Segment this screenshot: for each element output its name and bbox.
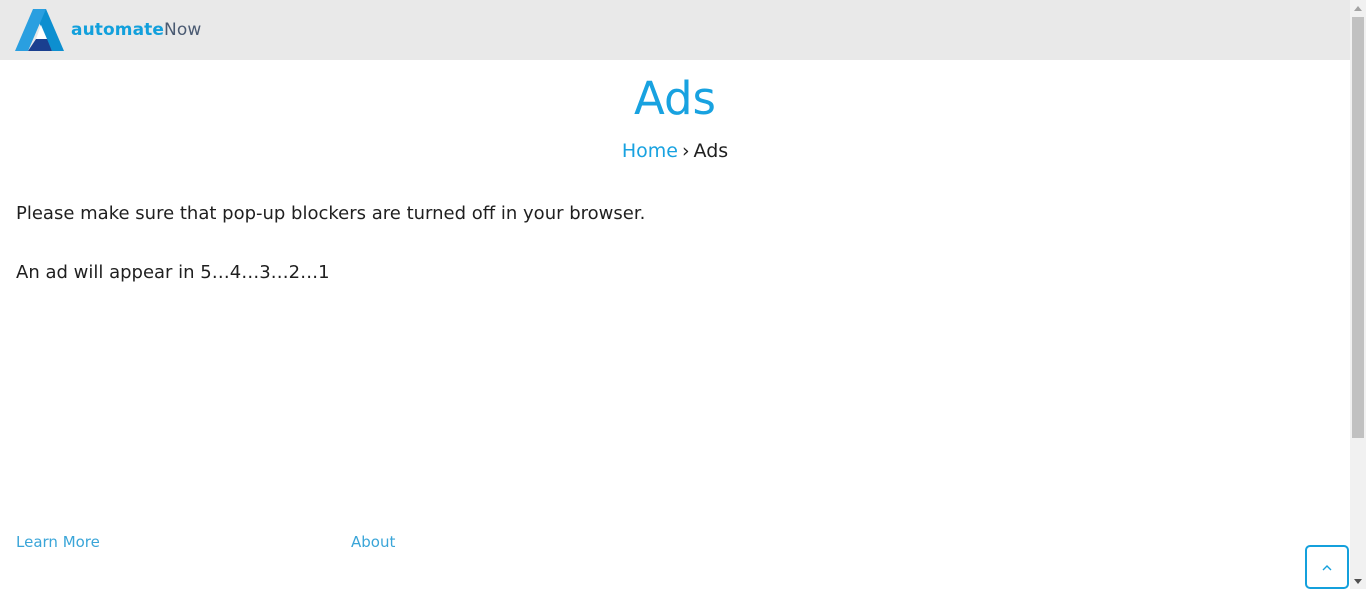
vertical-scrollbar[interactable] <box>1350 0 1366 589</box>
brand-name-bold: automate <box>71 19 165 40</box>
ad-countdown-text: An ad will appear in 5…4…3…2…1 <box>16 262 330 283</box>
breadcrumb-current: Ads <box>693 140 729 162</box>
chevron-up-icon <box>1322 564 1332 570</box>
breadcrumb-separator: › <box>681 140 690 162</box>
brand-name: automateNow <box>71 19 202 40</box>
automatenow-logo-icon <box>15 9 64 51</box>
brand-name-regular: Now <box>164 19 202 40</box>
footer-learn-more-link[interactable]: Learn More <box>16 532 100 552</box>
triangle-down-icon <box>1354 578 1362 584</box>
page-title: Ads <box>633 72 716 125</box>
breadcrumb-home-link[interactable]: Home <box>622 140 678 162</box>
scroll-down-button[interactable] <box>1350 573 1366 589</box>
home-logo-link[interactable]: automateNow <box>15 9 201 51</box>
popup-blocker-notice: Please make sure that pop-up blockers ar… <box>16 203 646 224</box>
scrollbar-thumb[interactable] <box>1352 17 1364 438</box>
breadcrumb: Home › Ads <box>0 139 1350 163</box>
back-to-top-button[interactable] <box>1305 545 1349 589</box>
triangle-up-icon <box>1354 5 1362 11</box>
page: automateNow Ads Home › Ads Please make sur… <box>0 0 1366 589</box>
footer-about-link[interactable]: About <box>351 532 395 552</box>
scroll-up-button[interactable] <box>1350 0 1366 16</box>
site-header: automateNow <box>0 0 1350 60</box>
